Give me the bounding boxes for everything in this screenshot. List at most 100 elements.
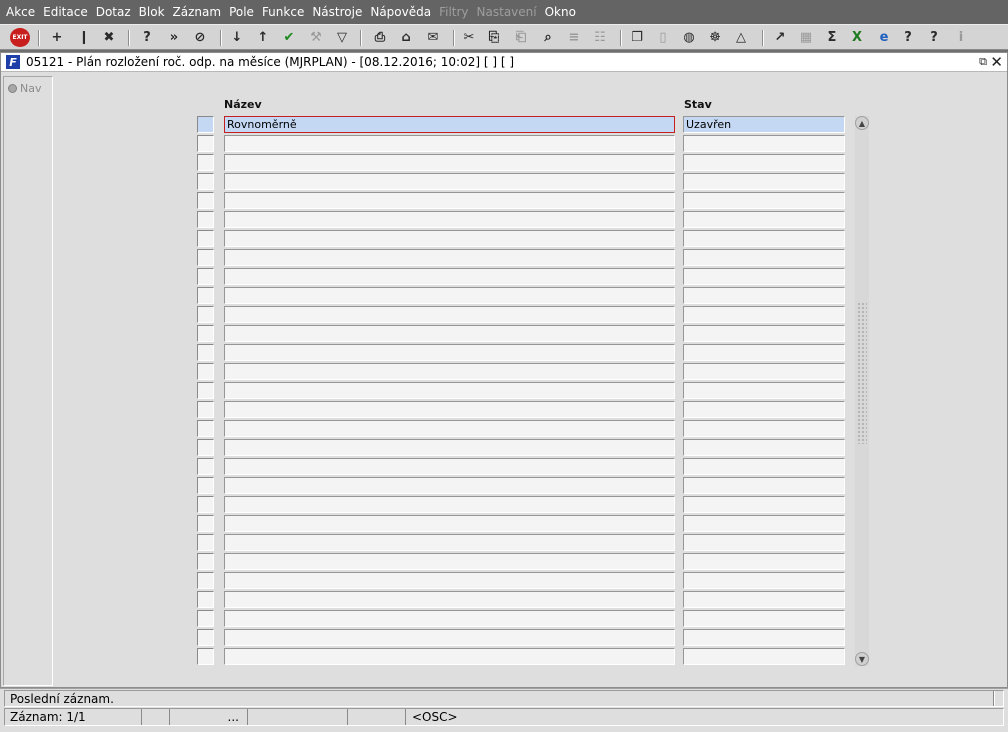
name-field[interactable] xyxy=(224,648,675,665)
record-selector[interactable] xyxy=(197,382,214,399)
name-field[interactable] xyxy=(224,325,675,342)
record-selector[interactable] xyxy=(197,287,214,304)
status-field[interactable] xyxy=(683,325,845,342)
scrollbar-thumb[interactable] xyxy=(857,302,867,444)
name-field[interactable] xyxy=(224,249,675,266)
status-field[interactable] xyxy=(683,420,845,437)
status-field[interactable] xyxy=(683,610,845,627)
name-field[interactable] xyxy=(224,401,675,418)
menu-filtry[interactable]: Filtry xyxy=(435,0,472,24)
status-field[interactable] xyxy=(683,306,845,323)
name-field[interactable] xyxy=(224,458,675,475)
menu-okno[interactable]: Okno xyxy=(541,0,580,24)
record-selector[interactable] xyxy=(197,572,214,589)
name-field[interactable] xyxy=(224,135,675,152)
restore-window-icon[interactable]: ⧉ xyxy=(979,55,987,69)
status-field[interactable] xyxy=(683,154,845,171)
record-selector[interactable] xyxy=(197,420,214,437)
record-selector[interactable] xyxy=(197,192,214,209)
copy-icon[interactable]: ⎘ xyxy=(484,28,504,47)
record-selector[interactable] xyxy=(197,591,214,608)
delete-record-icon[interactable]: ✖ xyxy=(99,28,119,47)
record-selector[interactable] xyxy=(197,553,214,570)
scroll-up-icon[interactable]: ▲ xyxy=(855,116,869,130)
record-selector[interactable] xyxy=(197,363,214,380)
cancel-query-icon[interactable]: ⊘ xyxy=(190,28,210,47)
name-field[interactable] xyxy=(224,534,675,551)
record-selector[interactable] xyxy=(197,344,214,361)
tree-icon[interactable]: ☷ xyxy=(590,28,610,47)
status-field[interactable] xyxy=(683,629,845,646)
execute-query-icon[interactable]: » xyxy=(164,28,184,47)
record-selector[interactable] xyxy=(197,610,214,627)
record-selector[interactable] xyxy=(197,268,214,285)
tools-icon[interactable]: ⚒ xyxy=(306,28,326,47)
duplicate-record-icon[interactable]: ❙ xyxy=(74,28,94,47)
record-selector[interactable] xyxy=(197,135,214,152)
browser-icon[interactable]: e xyxy=(874,28,894,47)
attachment-icon[interactable]: ⌂ xyxy=(396,28,416,47)
find-icon[interactable]: ⌕ xyxy=(538,28,558,47)
print-icon[interactable]: ⎙ xyxy=(370,28,390,47)
name-field[interactable] xyxy=(224,515,675,532)
status-field[interactable] xyxy=(683,515,845,532)
name-field[interactable] xyxy=(224,439,675,456)
mail-icon[interactable]: ✉ xyxy=(423,28,443,47)
filter-icon[interactable]: ▽ xyxy=(332,28,352,47)
list-icon[interactable]: ≡ xyxy=(564,28,584,47)
status-field[interactable] xyxy=(683,534,845,551)
status-field[interactable] xyxy=(683,363,845,380)
name-field[interactable] xyxy=(224,344,675,361)
menu-blok[interactable]: Blok xyxy=(135,0,169,24)
help-icon[interactable]: ? xyxy=(898,28,918,47)
name-field[interactable] xyxy=(224,230,675,247)
vertical-scrollbar[interactable]: ▲ ▼ xyxy=(855,116,869,666)
menu-zaznam[interactable]: Záznam xyxy=(169,0,226,24)
excel-icon[interactable]: X xyxy=(847,28,867,47)
record-selector[interactable] xyxy=(197,439,214,456)
status-field[interactable] xyxy=(683,648,845,665)
name-field[interactable] xyxy=(224,287,675,304)
name-field[interactable] xyxy=(224,496,675,513)
whats-this-icon[interactable]: ? xyxy=(924,28,944,47)
name-field[interactable]: Rovnoměrně xyxy=(224,116,675,133)
settings-icon[interactable]: ☸ xyxy=(705,28,725,47)
status-field[interactable] xyxy=(683,249,845,266)
name-field[interactable] xyxy=(224,382,675,399)
record-selector[interactable] xyxy=(197,629,214,646)
name-field[interactable] xyxy=(224,211,675,228)
name-field[interactable] xyxy=(224,629,675,646)
enter-query-icon[interactable]: ? xyxy=(137,28,157,47)
record-selector[interactable] xyxy=(197,154,214,171)
warning-icon[interactable]: △ xyxy=(731,28,751,47)
record-selector[interactable] xyxy=(197,249,214,266)
status-field[interactable]: Uzavřen xyxy=(683,116,845,133)
status-field[interactable] xyxy=(683,458,845,475)
name-field[interactable] xyxy=(224,154,675,171)
name-field[interactable] xyxy=(224,553,675,570)
status-field[interactable] xyxy=(683,553,845,570)
record-selector[interactable] xyxy=(197,477,214,494)
sort-descending-icon[interactable]: ↑ xyxy=(253,28,273,47)
menu-dotaz[interactable]: Dotaz xyxy=(92,0,135,24)
status-field[interactable] xyxy=(683,591,845,608)
status-field[interactable] xyxy=(683,192,845,209)
record-selector[interactable] xyxy=(197,325,214,342)
record-selector[interactable] xyxy=(197,401,214,418)
name-field[interactable] xyxy=(224,173,675,190)
record-selector[interactable] xyxy=(197,116,214,133)
menu-funkce[interactable]: Funkce xyxy=(258,0,308,24)
name-field[interactable] xyxy=(224,477,675,494)
globe-icon[interactable]: ◍ xyxy=(679,28,699,47)
status-field[interactable] xyxy=(683,211,845,228)
status-field[interactable] xyxy=(683,135,845,152)
menu-akce[interactable]: Akce xyxy=(2,0,39,24)
record-selector[interactable] xyxy=(197,515,214,532)
menu-nastroje[interactable]: Nástroje xyxy=(308,0,366,24)
status-field[interactable] xyxy=(683,173,845,190)
status-field[interactable] xyxy=(683,382,845,399)
name-field[interactable] xyxy=(224,572,675,589)
document-icon[interactable]: ▯ xyxy=(653,28,673,47)
status-field[interactable] xyxy=(683,287,845,304)
paste-icon[interactable]: ⎗ xyxy=(511,28,531,47)
